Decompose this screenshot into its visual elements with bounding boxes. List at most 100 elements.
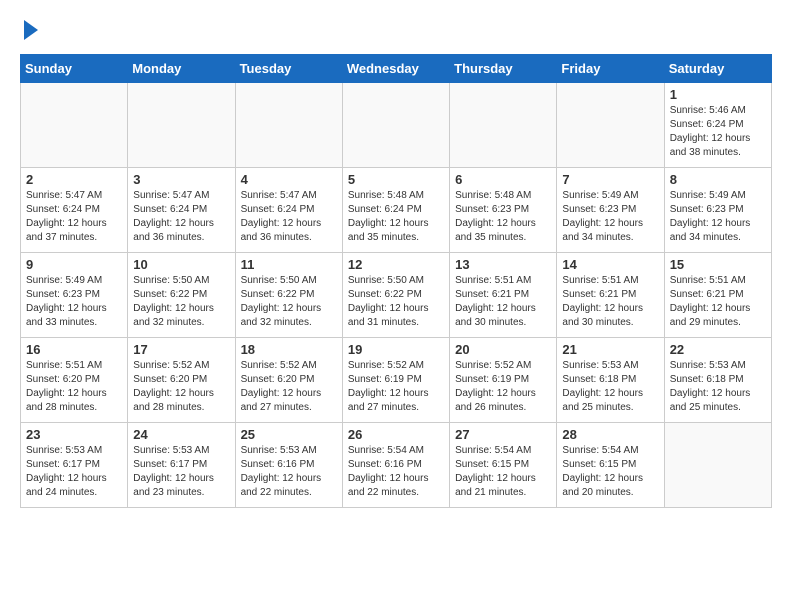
day-info: Sunrise: 5:54 AM Sunset: 6:15 PM Dayligh… — [562, 444, 658, 500]
day-info: Sunrise: 5:50 AM Sunset: 6:22 PM Dayligh… — [241, 274, 337, 330]
week-row-2: 2 Sunrise: 5:47 AM Sunset: 6:24 PM Daylig… — [21, 168, 772, 253]
week-row-4: 16Sunrise: 5:51 AM Sunset: 6:20 PM Dayli… — [21, 338, 772, 423]
day-number: 17 — [133, 342, 229, 357]
day-number: 23 — [26, 427, 122, 442]
day-info: Sunrise: 5:51 AM Sunset: 6:21 PM Dayligh… — [562, 274, 658, 330]
calendar-cell: 15 Sunrise: 5:51 AM Sunset: 6:21 PM Dayli… — [664, 253, 771, 338]
calendar-cell: 23 Sunrise: 5:53 AM Sunset: 6:17 PM Dayli… — [21, 423, 128, 508]
day-header-saturday: Saturday — [664, 55, 771, 83]
calendar-cell: 6 Sunrise: 5:48 AM Sunset: 6:23 PM Daylig… — [450, 168, 557, 253]
calendar-cell: 21 Sunrise: 5:53 AM Sunset: 6:18 PM Dayli… — [557, 338, 664, 423]
day-number: 27 — [455, 427, 551, 442]
calendar-cell — [342, 83, 449, 168]
week-row-1: 1 Sunrise: 5:46 AM Sunset: 6:24 PM Daylig… — [21, 83, 772, 168]
calendar-cell: 13 Sunrise: 5:51 AM Sunset: 6:21 PM Dayli… — [450, 253, 557, 338]
logo — [20, 20, 38, 44]
day-info: Sunrise: 5:47 AM Sunset: 6:24 PM Dayligh… — [133, 189, 229, 245]
day-info: Sunrise: 5:46 AM Sunset: 6:24 PM Dayligh… — [670, 104, 766, 160]
day-info: Sunrise: 5:51 AM Sunset: 6:21 PM Dayligh… — [455, 274, 551, 330]
day-number: 7 — [562, 172, 658, 187]
day-info: Sunrise: 5:48 AM Sunset: 6:24 PM Dayligh… — [348, 189, 444, 245]
calendar-cell: 17 Sunrise: 5:52 AM Sunset: 6:20 PM Dayli… — [128, 338, 235, 423]
day-info: Sunrise: 5:52 AM Sunset: 6:20 PM Dayligh… — [241, 359, 337, 415]
calendar-cell: 4 Sunrise: 5:47 AM Sunset: 6:24 PM Daylig… — [235, 168, 342, 253]
day-header-tuesday: Tuesday — [235, 55, 342, 83]
calendar-cell: 26Sunrise: 5:54 AM Sunset: 6:16 PM Dayli… — [342, 423, 449, 508]
day-number: 11 — [241, 257, 337, 272]
week-row-5: 23 Sunrise: 5:53 AM Sunset: 6:17 PM Dayli… — [21, 423, 772, 508]
calendar-cell — [235, 83, 342, 168]
day-info: Sunrise: 5:50 AM Sunset: 6:22 PM Dayligh… — [348, 274, 444, 330]
day-number: 21 — [562, 342, 658, 357]
day-number: 13 — [455, 257, 551, 272]
day-info: Sunrise: 5:53 AM Sunset: 6:17 PM Dayligh… — [26, 444, 122, 500]
day-info: Sunrise: 5:54 AM Sunset: 6:15 PM Dayligh… — [455, 444, 551, 500]
day-header-sunday: Sunday — [21, 55, 128, 83]
calendar-cell: 11 Sunrise: 5:50 AM Sunset: 6:22 PM Dayli… — [235, 253, 342, 338]
calendar-cell: 27 Sunrise: 5:54 AM Sunset: 6:15 PM Dayli… — [450, 423, 557, 508]
day-number: 4 — [241, 172, 337, 187]
day-info: Sunrise: 5:54 AM Sunset: 6:16 PM Dayligh… — [348, 444, 444, 500]
page-header — [20, 20, 772, 44]
day-info: Sunrise: 5:47 AM Sunset: 6:24 PM Dayligh… — [241, 189, 337, 245]
calendar-cell — [664, 423, 771, 508]
day-info: Sunrise: 5:49 AM Sunset: 6:23 PM Dayligh… — [670, 189, 766, 245]
day-number: 25 — [241, 427, 337, 442]
calendar-cell — [128, 83, 235, 168]
day-header-monday: Monday — [128, 55, 235, 83]
day-number: 18 — [241, 342, 337, 357]
calendar-cell: 3 Sunrise: 5:47 AM Sunset: 6:24 PM Daylig… — [128, 168, 235, 253]
day-number: 24 — [133, 427, 229, 442]
calendar-cell: 18 Sunrise: 5:52 AM Sunset: 6:20 PM Dayli… — [235, 338, 342, 423]
calendar-header-row: SundayMondayTuesdayWednesdayThursdayFrid… — [21, 55, 772, 83]
calendar-cell: 25 Sunrise: 5:53 AM Sunset: 6:16 PM Dayli… — [235, 423, 342, 508]
day-number: 10 — [133, 257, 229, 272]
calendar-cell: 12 Sunrise: 5:50 AM Sunset: 6:22 PM Dayli… — [342, 253, 449, 338]
day-header-wednesday: Wednesday — [342, 55, 449, 83]
day-info: Sunrise: 5:53 AM Sunset: 6:18 PM Dayligh… — [562, 359, 658, 415]
calendar-table: SundayMondayTuesdayWednesdayThursdayFrid… — [20, 54, 772, 508]
day-info: Sunrise: 5:52 AM Sunset: 6:19 PM Dayligh… — [348, 359, 444, 415]
day-number: 12 — [348, 257, 444, 272]
day-info: Sunrise: 5:53 AM Sunset: 6:17 PM Dayligh… — [133, 444, 229, 500]
calendar-cell: 20 Sunrise: 5:52 AM Sunset: 6:19 PM Dayli… — [450, 338, 557, 423]
day-info: Sunrise: 5:53 AM Sunset: 6:18 PM Dayligh… — [670, 359, 766, 415]
calendar-cell: 10 Sunrise: 5:50 AM Sunset: 6:22 PM Dayli… — [128, 253, 235, 338]
day-info: Sunrise: 5:49 AM Sunset: 6:23 PM Dayligh… — [26, 274, 122, 330]
day-info: Sunrise: 5:52 AM Sunset: 6:19 PM Dayligh… — [455, 359, 551, 415]
calendar-cell: 19Sunrise: 5:52 AM Sunset: 6:19 PM Dayli… — [342, 338, 449, 423]
day-number: 15 — [670, 257, 766, 272]
calendar-cell: 1 Sunrise: 5:46 AM Sunset: 6:24 PM Daylig… — [664, 83, 771, 168]
week-row-3: 9 Sunrise: 5:49 AM Sunset: 6:23 PM Daylig… — [21, 253, 772, 338]
day-number: 20 — [455, 342, 551, 357]
calendar-cell — [21, 83, 128, 168]
day-info: Sunrise: 5:48 AM Sunset: 6:23 PM Dayligh… — [455, 189, 551, 245]
day-info: Sunrise: 5:49 AM Sunset: 6:23 PM Dayligh… — [562, 189, 658, 245]
calendar-cell: 22 Sunrise: 5:53 AM Sunset: 6:18 PM Dayli… — [664, 338, 771, 423]
calendar-cell: 9 Sunrise: 5:49 AM Sunset: 6:23 PM Daylig… — [21, 253, 128, 338]
day-number: 2 — [26, 172, 122, 187]
calendar-cell: 16Sunrise: 5:51 AM Sunset: 6:20 PM Dayli… — [21, 338, 128, 423]
day-number: 3 — [133, 172, 229, 187]
day-number: 16 — [26, 342, 122, 357]
day-number: 8 — [670, 172, 766, 187]
calendar-cell — [557, 83, 664, 168]
calendar-cell: 2 Sunrise: 5:47 AM Sunset: 6:24 PM Daylig… — [21, 168, 128, 253]
logo-arrow-icon — [24, 20, 38, 40]
day-info: Sunrise: 5:53 AM Sunset: 6:16 PM Dayligh… — [241, 444, 337, 500]
day-info: Sunrise: 5:51 AM Sunset: 6:21 PM Dayligh… — [670, 274, 766, 330]
calendar-cell: 5 Sunrise: 5:48 AM Sunset: 6:24 PM Daylig… — [342, 168, 449, 253]
day-number: 22 — [670, 342, 766, 357]
day-number: 6 — [455, 172, 551, 187]
day-number: 5 — [348, 172, 444, 187]
day-info: Sunrise: 5:47 AM Sunset: 6:24 PM Dayligh… — [26, 189, 122, 245]
day-info: Sunrise: 5:52 AM Sunset: 6:20 PM Dayligh… — [133, 359, 229, 415]
calendar-cell — [450, 83, 557, 168]
day-number: 1 — [670, 87, 766, 102]
day-number: 28 — [562, 427, 658, 442]
calendar-cell: 8 Sunrise: 5:49 AM Sunset: 6:23 PM Daylig… — [664, 168, 771, 253]
day-header-friday: Friday — [557, 55, 664, 83]
day-number: 9 — [26, 257, 122, 272]
day-info: Sunrise: 5:50 AM Sunset: 6:22 PM Dayligh… — [133, 274, 229, 330]
calendar-cell: 14Sunrise: 5:51 AM Sunset: 6:21 PM Dayli… — [557, 253, 664, 338]
